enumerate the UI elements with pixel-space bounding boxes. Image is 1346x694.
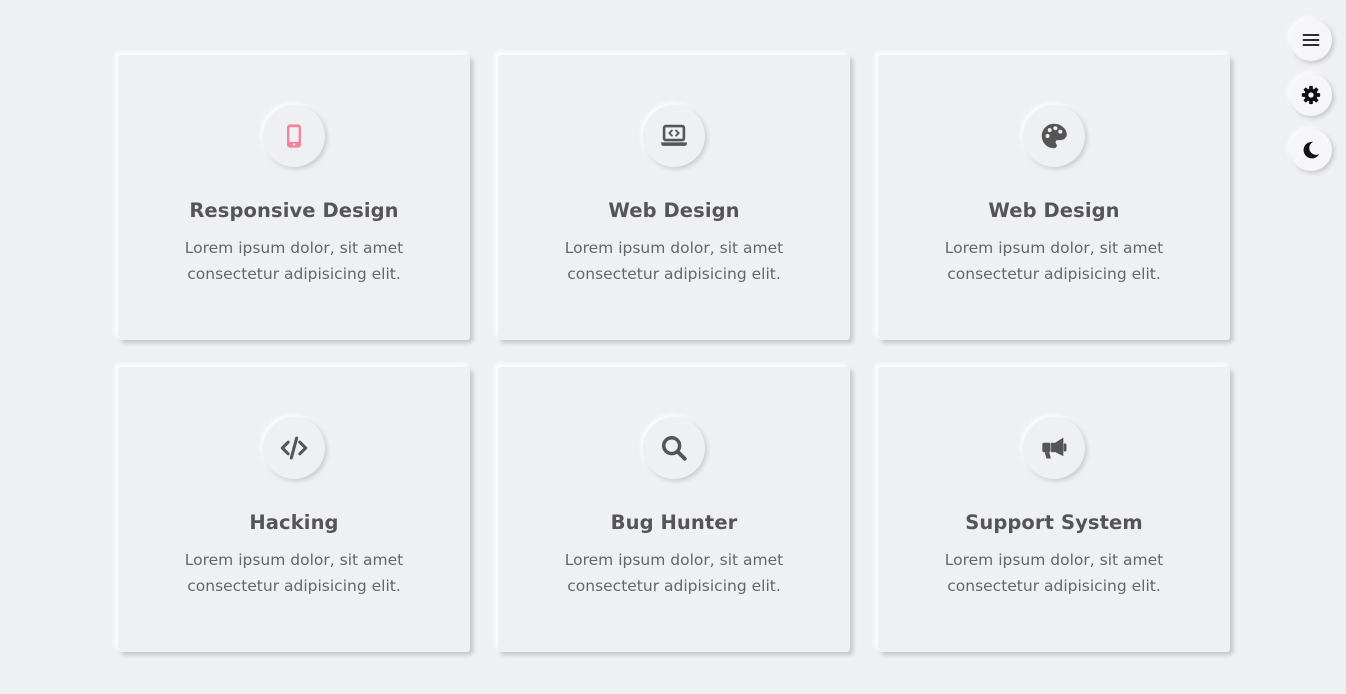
icon-badge [1023,417,1085,479]
mobile-icon [287,124,301,148]
card-title: Bug Hunter [610,511,738,534]
menu-button[interactable] [1290,19,1332,61]
card-description: Lorem ipsum dolor, sit amet consectetur … [944,551,1164,595]
icon-badge [263,417,325,479]
card-description: Lorem ipsum dolor, sit amet consectetur … [184,551,404,595]
settings-button[interactable] [1290,74,1332,116]
gear-icon [1301,85,1321,105]
service-card-hacking[interactable]: Hacking Lorem ipsum dolor, sit amet cons… [118,367,470,652]
service-card-bug-hunter[interactable]: Bug Hunter Lorem ipsum dolor, sit amet c… [498,367,850,652]
icon-badge [1023,105,1085,167]
icon-badge [643,105,705,167]
card-title: Web Design [608,199,740,222]
code-icon [280,436,308,460]
services-grid: Responsive Design Lorem ipsum dolor, sit… [118,55,1230,652]
icon-badge [643,417,705,479]
menu-icon [1302,34,1320,46]
card-description: Lorem ipsum dolor, sit amet consectetur … [944,239,1164,283]
moon-icon [1303,141,1320,159]
card-title: Responsive Design [189,199,399,222]
card-description: Lorem ipsum dolor, sit amet consectetur … [564,239,784,283]
megaphone-icon [1042,437,1067,459]
card-title: Hacking [249,511,339,534]
service-card-web-design[interactable]: Web Design Lorem ipsum dolor, sit amet c… [498,55,850,340]
service-card-web-design-2[interactable]: Web Design Lorem ipsum dolor, sit amet c… [878,55,1230,340]
service-card-support-system[interactable]: Support System Lorem ipsum dolor, sit am… [878,367,1230,652]
card-title: Web Design [988,199,1120,222]
card-title: Support System [965,511,1143,534]
icon-badge [263,105,325,167]
service-card-responsive-design[interactable]: Responsive Design Lorem ipsum dolor, sit… [118,55,470,340]
search-icon [661,435,687,461]
card-description: Lorem ipsum dolor, sit amet consectetur … [564,551,784,595]
palette-icon [1041,123,1067,149]
floating-toolbar [1290,19,1332,171]
card-description: Lorem ipsum dolor, sit amet consectetur … [184,239,404,283]
laptop-code-icon [661,124,687,146]
dark-mode-toggle[interactable] [1290,129,1332,171]
